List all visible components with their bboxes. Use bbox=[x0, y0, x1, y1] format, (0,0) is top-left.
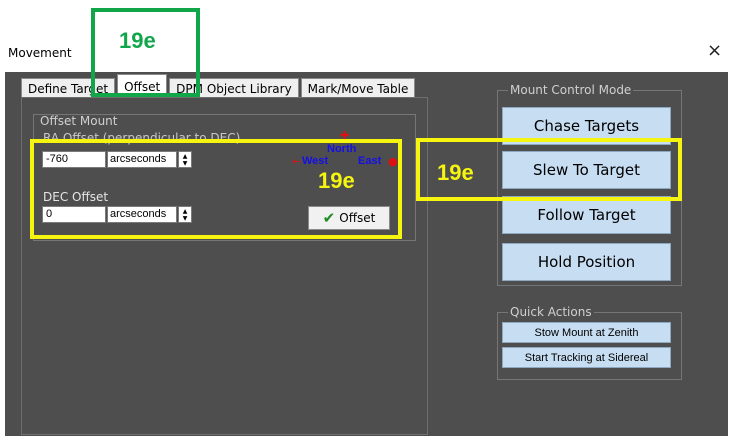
close-icon[interactable]: × bbox=[707, 40, 722, 61]
quick-actions-title: Quick Actions bbox=[508, 305, 594, 319]
stow-mount-button[interactable]: Stow Mount at Zenith bbox=[502, 322, 671, 343]
window-title: Movement bbox=[8, 46, 72, 60]
follow-target-button[interactable]: Follow Target bbox=[502, 196, 671, 234]
offset-tab-callout-label: 19e bbox=[119, 28, 156, 53]
start-tracking-button[interactable]: Start Tracking at Sidereal bbox=[502, 347, 671, 368]
slew-callout-label: 19e bbox=[437, 160, 474, 185]
offset-mount-title: Offset Mount bbox=[40, 114, 118, 128]
hold-position-button[interactable]: Hold Position bbox=[502, 243, 671, 281]
tab-mark-move-table[interactable]: Mark/Move Table bbox=[300, 78, 416, 98]
mount-control-mode-title: Mount Control Mode bbox=[508, 83, 634, 97]
offset-callout-label: 19e bbox=[318, 168, 355, 193]
tab-bar: Define Target Offset DPM Object Library … bbox=[21, 74, 417, 98]
